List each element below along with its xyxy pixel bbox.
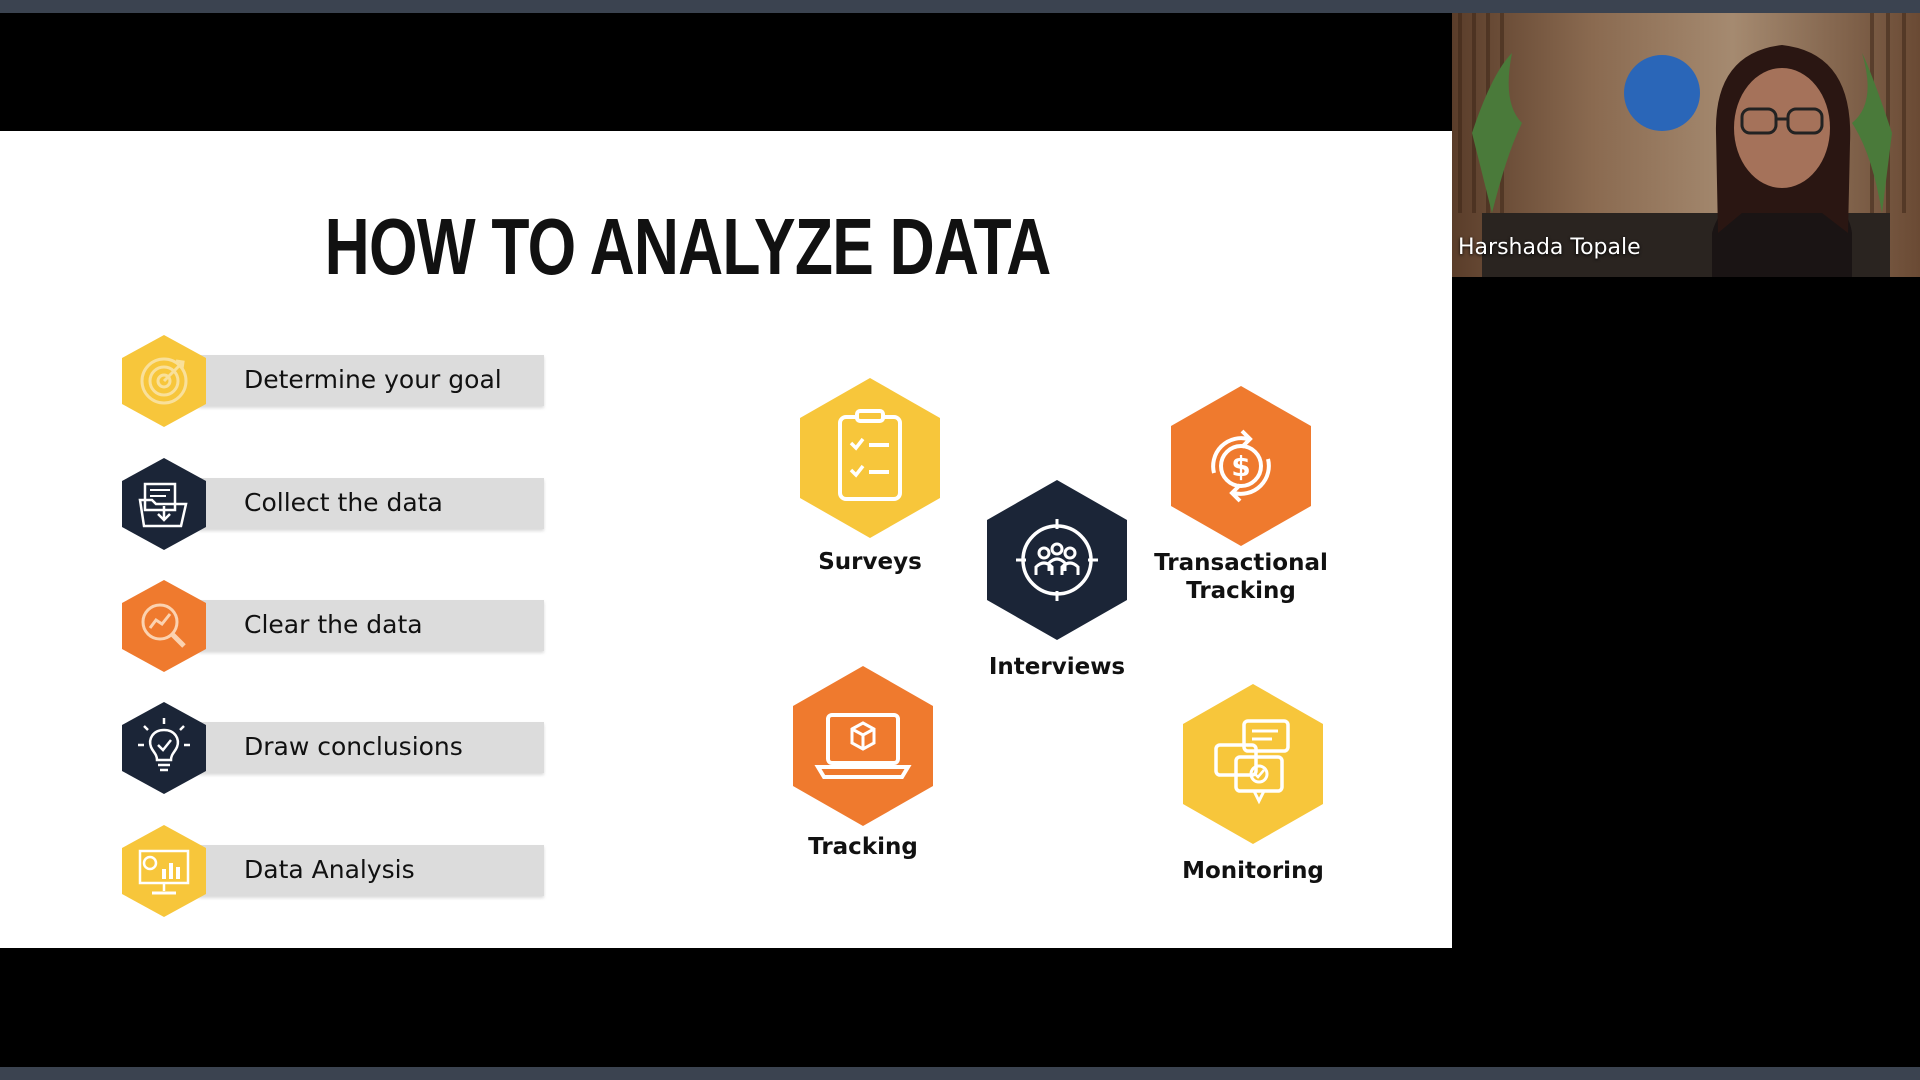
step-item-data-analysis: Data Analysis [118, 823, 548, 919]
method-label: Transactional Tracking [1154, 550, 1328, 604]
step-label: Draw conclusions [244, 732, 463, 761]
step-label: Determine your goal [244, 365, 502, 394]
presentation-slide: HOW TO ANALYZE DATA Determine your goal … [0, 131, 1452, 948]
slide-title: HOW TO ANALYZE DATA [324, 202, 1052, 291]
clipboard-checklist-icon [800, 378, 940, 538]
group-target-icon [987, 480, 1127, 640]
step-item-collect-data: Collect the data [118, 456, 548, 552]
monitor-chart-icon [122, 825, 206, 917]
magnifier-chart-icon [122, 580, 206, 672]
method-label: Monitoring [1182, 858, 1324, 884]
method-label: Interviews [988, 654, 1126, 680]
method-label: Tracking [808, 834, 918, 860]
participant-video-tile[interactable]: Harshada Topale [1452, 13, 1920, 277]
method-surveys: Surveys [795, 375, 945, 575]
lightbulb-icon [122, 702, 206, 794]
window-bottom-bar [0, 1067, 1920, 1080]
participant-name: Harshada Topale [1458, 235, 1641, 260]
method-interviews: Interviews [982, 477, 1132, 680]
method-tracking: Tracking [788, 663, 938, 860]
step-label: Collect the data [244, 488, 443, 517]
step-item-determine-goal: Determine your goal [118, 333, 548, 429]
dollar-cycle-icon: $ [1171, 386, 1311, 546]
method-transactional-tracking: $ Transactional Tracking [1154, 383, 1328, 604]
step-item-draw-conclusions: Draw conclusions [118, 700, 548, 796]
step-label: Data Analysis [244, 855, 415, 884]
method-monitoring: Monitoring [1178, 681, 1328, 884]
step-item-clear-data: Clear the data [118, 578, 548, 674]
step-label: Clear the data [244, 610, 423, 639]
window-top-bar [0, 0, 1920, 13]
folder-download-icon [122, 458, 206, 550]
method-label: Surveys [818, 549, 922, 575]
laptop-box-icon [793, 666, 933, 826]
svg-text:$: $ [1231, 450, 1250, 483]
target-icon [122, 335, 206, 427]
chat-monitor-icon [1183, 684, 1323, 844]
